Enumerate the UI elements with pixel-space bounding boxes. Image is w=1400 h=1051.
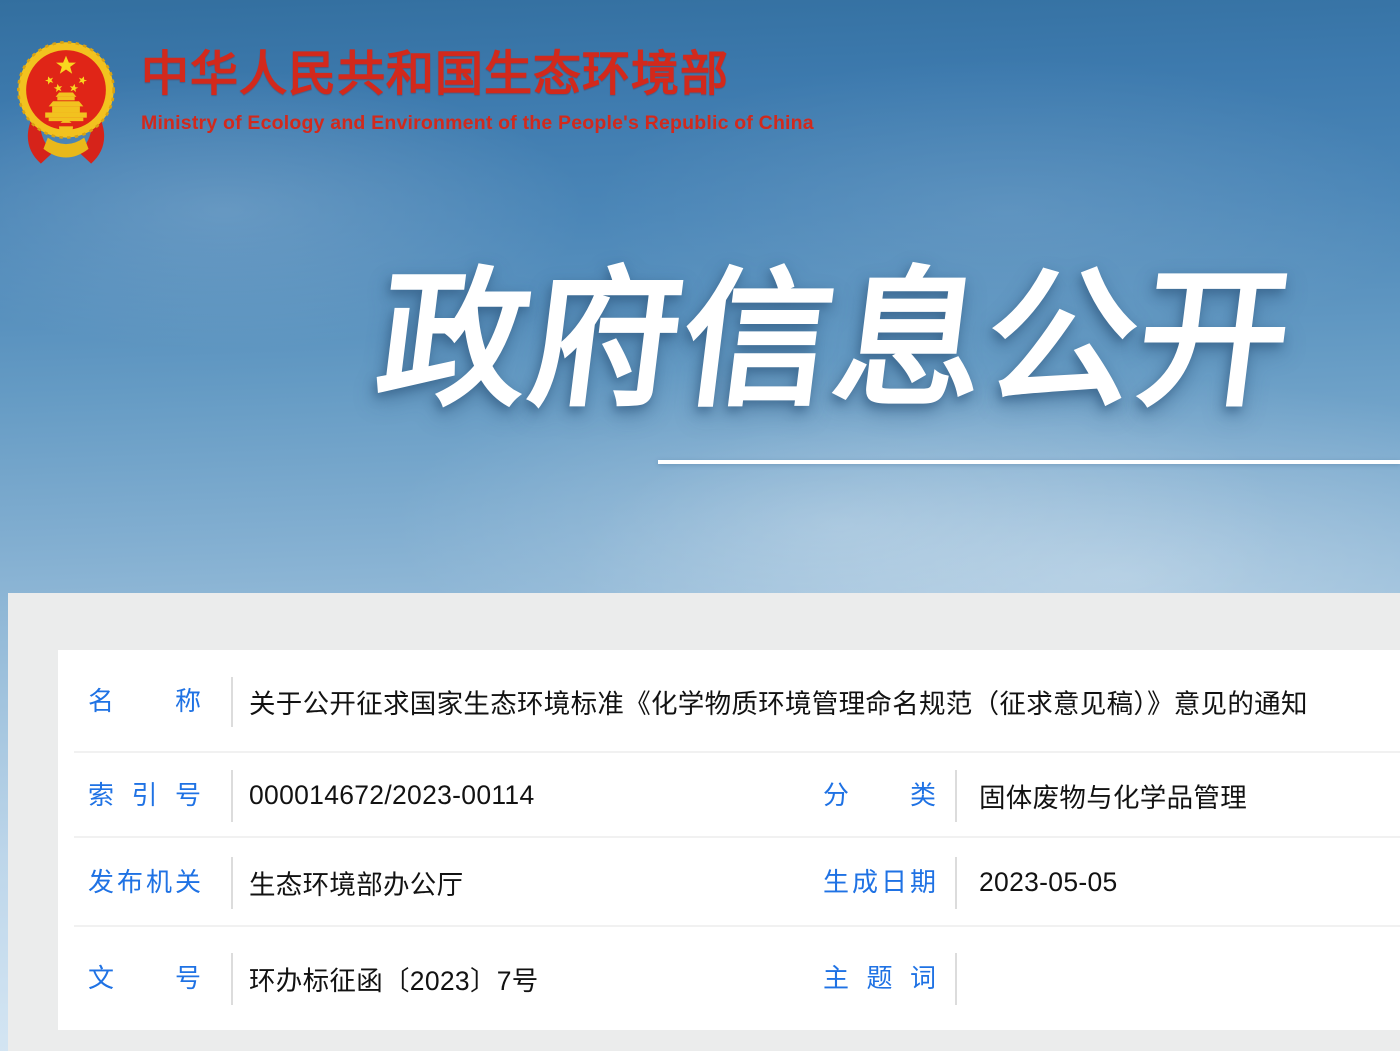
field-label-name: 名称	[88, 686, 201, 717]
field-label-issuer: 发布机关	[88, 867, 201, 898]
field-divider	[231, 677, 233, 727]
field-value-index-no: 000014672/2023-00114	[249, 780, 823, 811]
info-row-name: 名称 关于公开征求国家生态环境标准《化学物质环境管理命名规范（征求意见稿）》意见…	[58, 650, 1400, 753]
ministry-title-cn: 中华人民共和国生态环境部	[141, 46, 814, 104]
national-emblem-icon	[14, 22, 118, 170]
field-value-date: 2023-05-05	[979, 867, 1400, 898]
banner-underline	[658, 460, 1400, 464]
info-card: 名称 关于公开征求国家生态环境标准《化学物质环境管理命名规范（征求意见稿）》意见…	[58, 650, 1400, 1030]
field-divider	[231, 953, 233, 1005]
field-value-doc-no: 环办标征函〔2023〕7号	[249, 959, 823, 998]
field-label-index-no: 索引号	[88, 780, 201, 811]
field-value-name: 关于公开征求国家生态环境标准《化学物质环境管理命名规范（征求意见稿）》意见的通知	[249, 682, 1308, 721]
info-row-docno-keywords: 文号 环办标征函〔2023〕7号 主题词	[58, 927, 1400, 1030]
field-label-keywords: 主题词	[823, 963, 936, 994]
field-divider	[231, 770, 233, 822]
field-label-doc-no: 文号	[88, 963, 201, 994]
field-label-category: 分类	[823, 780, 936, 811]
info-row-issuer-date: 发布机关 生态环境部办公厅 生成日期 2023-05-05	[58, 838, 1400, 927]
field-value-category: 固体废物与化学品管理	[979, 776, 1400, 815]
field-label-date: 生成日期	[823, 867, 936, 898]
site-header: 中华人民共和国生态环境部 Ministry of Ecology and Env…	[0, 0, 1400, 180]
field-divider	[955, 857, 957, 909]
field-value-issuer: 生态环境部办公厅	[249, 863, 823, 902]
field-divider	[955, 953, 957, 1005]
info-row-index-category: 索引号 000014672/2023-00114 分类 固体废物与化学品管理	[58, 753, 1400, 838]
info-panel: 名称 关于公开征求国家生态环境标准《化学物质环境管理命名规范（征求意见稿）》意见…	[8, 593, 1400, 1051]
ministry-title-en: Ministry of Ecology and Environment of t…	[141, 112, 814, 135]
banner-title: 政府信息公开	[359, 248, 1312, 433]
field-divider	[231, 857, 233, 909]
field-divider	[955, 770, 957, 822]
